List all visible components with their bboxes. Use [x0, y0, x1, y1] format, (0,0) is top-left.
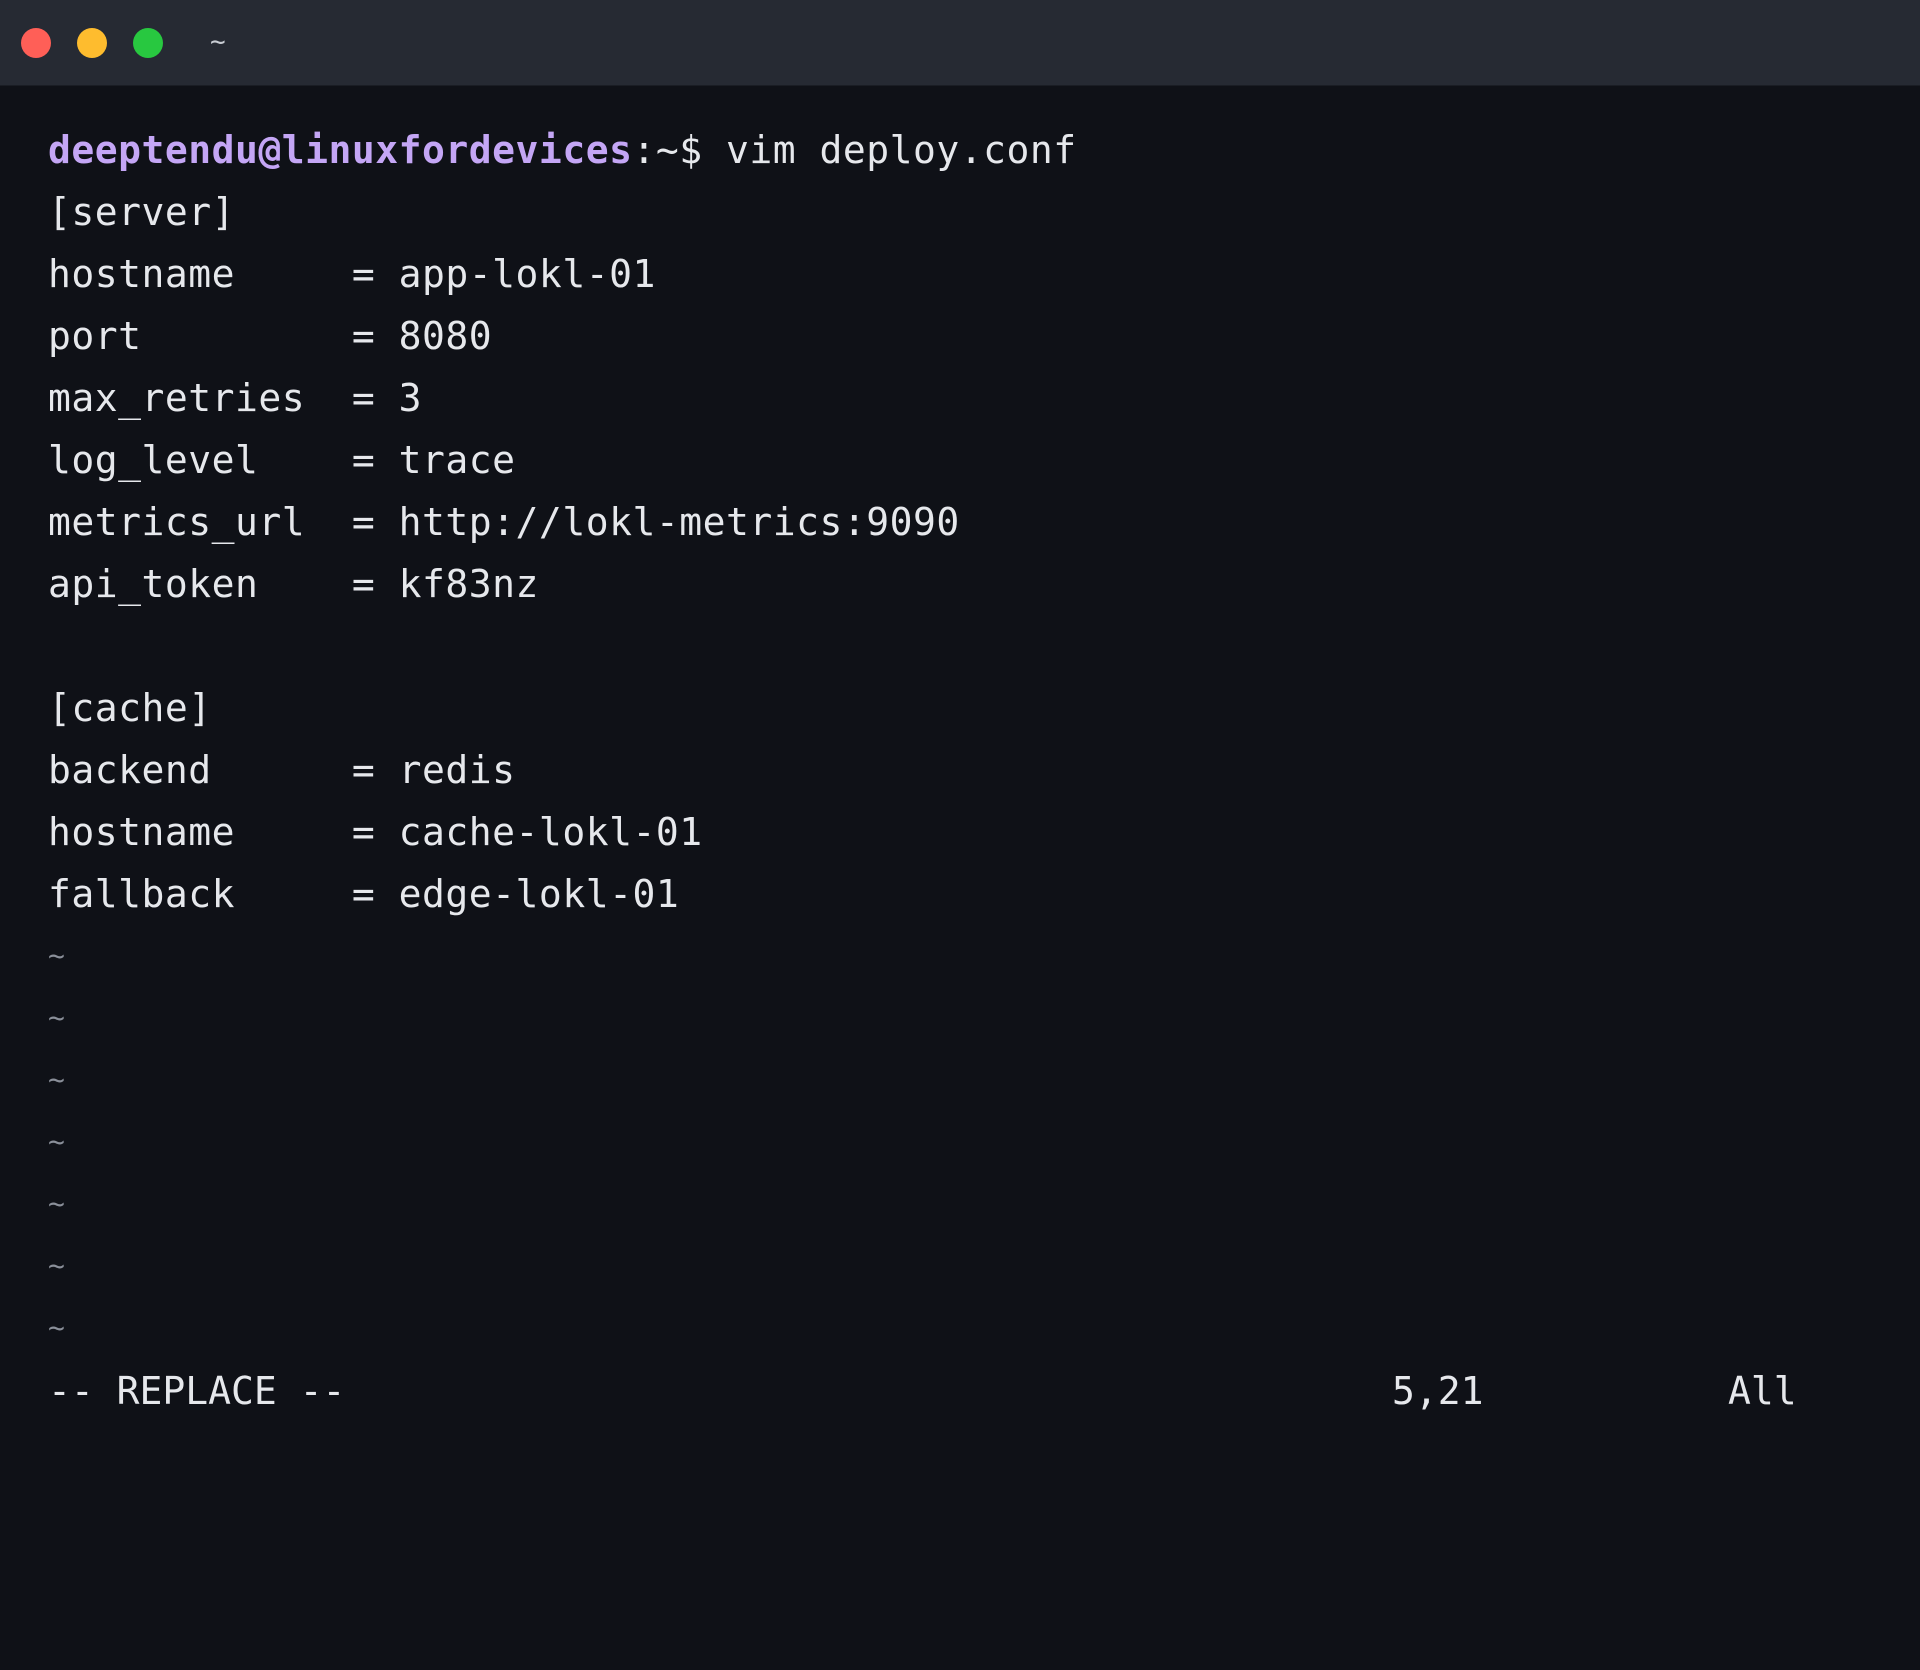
zoom-button[interactable] [133, 28, 163, 58]
prompt-user-host: deeptendu@linuxfordevices [48, 128, 633, 172]
scroll-indicator: All [1728, 1369, 1797, 1413]
vim-statusbar: -- REPLACE -- 5,21 All [48, 1360, 1800, 1422]
vim-mode-indicator: -- REPLACE -- [48, 1369, 346, 1413]
buffer-line[interactable]: [server] [48, 181, 1888, 243]
buffer-line[interactable] [48, 615, 1888, 677]
prompt-line: deeptendu@linuxfordevices:~$ vim deploy.… [48, 119, 1888, 181]
minimize-button[interactable] [77, 28, 107, 58]
buffer-line[interactable]: api_token = kf83nz [48, 553, 1888, 615]
buffer-line[interactable]: [cache] [48, 677, 1888, 739]
cursor-position: 5,21 [1392, 1369, 1484, 1413]
prompt-path: :~$ [632, 128, 703, 172]
empty-line-marker: ~ [48, 1249, 66, 1282]
buffer-line[interactable]: fallback = edge-lokl-01 [48, 863, 1888, 925]
close-button[interactable] [21, 28, 51, 58]
empty-line-marker: ~ [48, 1311, 66, 1344]
terminal-window: ~ deeptendu@linuxfordevices:~$ vim deplo… [0, 0, 1920, 1474]
window-title: ~ [210, 27, 226, 57]
prompt-command: vim deploy.conf [702, 128, 1077, 172]
empty-line-marker: ~ [48, 1125, 66, 1158]
vim-empty-lines: ~ ~ ~ ~ ~ ~ ~ [48, 925, 1888, 1359]
buffer-line[interactable]: max_retries = 3 [48, 367, 1888, 429]
terminal-content[interactable]: deeptendu@linuxfordevices:~$ vim deploy.… [48, 119, 1888, 1359]
empty-line-marker: ~ [48, 1063, 66, 1096]
empty-line-marker: ~ [48, 1187, 66, 1220]
title-bar[interactable]: ~ [0, 0, 1920, 86]
buffer-line[interactable]: hostname = cache-lokl-01 [48, 801, 1888, 863]
empty-line-marker: ~ [48, 939, 66, 972]
vim-buffer[interactable]: [server] hostname = app-lokl-01 port = 808… [48, 181, 1888, 925]
buffer-line[interactable]: hostname = app-lokl-01 [48, 243, 1888, 305]
buffer-line[interactable]: metrics_url = http://lokl-metrics:9090 [48, 491, 1888, 553]
empty-line-marker: ~ [48, 1001, 66, 1034]
buffer-line[interactable]: log_level = trace [48, 429, 1888, 491]
buffer-line[interactable]: backend = redis [48, 739, 1888, 801]
buffer-line[interactable]: port = 8080 [48, 305, 1888, 367]
